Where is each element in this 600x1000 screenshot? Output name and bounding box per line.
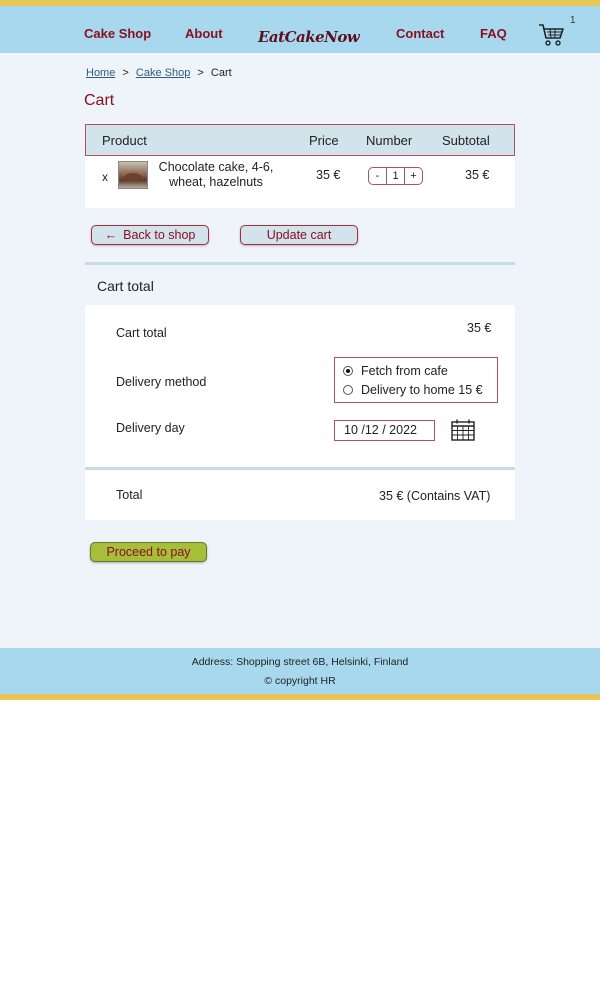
column-header-product: Product: [102, 133, 147, 148]
arrow-left-icon: ←: [104, 228, 118, 242]
delivery-method-options: Fetch from cafe Delivery to home 15 €: [334, 357, 498, 403]
product-thumbnail[interactable]: [118, 161, 148, 189]
quantity-input[interactable]: 1: [386, 168, 405, 184]
delivery-day-label: Delivery day: [116, 421, 185, 435]
delivery-option-fetch[interactable]: Fetch from cafe: [343, 364, 448, 378]
section-divider: [85, 262, 515, 265]
remove-item-button[interactable]: x: [102, 170, 108, 184]
product-price: 35 €: [316, 168, 341, 182]
cart-table: Product Price Number Subtotal x Chocolat…: [85, 124, 515, 208]
column-header-price: Price: [309, 133, 339, 148]
product-name[interactable]: Chocolate cake, 4-6, wheat, hazelnuts: [152, 160, 280, 190]
column-header-subtotal: Subtotal: [442, 133, 490, 148]
site-logo[interactable]: EatCakeNow: [258, 28, 360, 46]
radio-unselected-icon[interactable]: [343, 385, 353, 395]
radio-selected-icon[interactable]: [343, 366, 353, 376]
section-divider: [85, 467, 515, 470]
footer-copyright: © copyright HR: [264, 675, 336, 687]
calendar-icon[interactable]: [451, 419, 475, 441]
page: Cake Shop About EatCakeNow Contact FAQ 1…: [0, 0, 600, 700]
nav-faq[interactable]: FAQ: [480, 26, 507, 41]
breadcrumb-separator: >: [197, 67, 204, 79]
quantity-increase-button[interactable]: +: [405, 168, 422, 184]
page-title: Cart: [84, 92, 115, 109]
breadcrumb: Home > Cake Shop > Cart: [86, 67, 232, 79]
cart-count-badge: 1: [570, 15, 576, 26]
site-header: Cake Shop About EatCakeNow Contact FAQ 1: [0, 6, 600, 53]
delivery-option-home[interactable]: Delivery to home 15 €: [343, 383, 483, 397]
column-header-number: Number: [366, 133, 413, 148]
delivery-option-label: Delivery to home 15 €: [361, 383, 483, 397]
nav-about[interactable]: About: [185, 26, 223, 41]
delivery-method-label: Delivery method: [116, 375, 207, 389]
cart-total-label: Cart total: [116, 326, 167, 340]
breadcrumb-separator: >: [122, 67, 129, 79]
cart-total-value: 35 €: [467, 321, 492, 335]
back-to-shop-label: Back to shop: [123, 228, 196, 242]
quantity-decrease-button[interactable]: -: [369, 168, 386, 184]
nav-cake-shop[interactable]: Cake Shop: [84, 26, 151, 41]
back-to-shop-button[interactable]: ← Back to shop: [91, 225, 209, 245]
product-subtotal: 35 €: [465, 168, 490, 182]
total-label: Total: [116, 488, 143, 502]
breadcrumb-shop-link[interactable]: Cake Shop: [136, 67, 190, 79]
delivery-day-input[interactable]: 10 /12 / 2022: [334, 420, 435, 441]
delivery-option-label: Fetch from cafe: [361, 364, 448, 378]
cart-table-header: Product Price Number Subtotal: [85, 124, 515, 156]
cart-total-heading: Cart total: [97, 278, 154, 294]
cart-totals-panel: Cart total 35 € Delivery method Fetch fr…: [85, 305, 515, 520]
site-footer: Address: Shopping street 6B, Helsinki, F…: [0, 648, 600, 694]
nav-contact[interactable]: Contact: [396, 26, 444, 41]
bottom-accent-bar: [0, 694, 600, 700]
breadcrumb-home-link[interactable]: Home: [86, 67, 115, 79]
proceed-to-pay-button[interactable]: Proceed to pay: [90, 542, 207, 562]
footer-address: Address: Shopping street 6B, Helsinki, F…: [191, 656, 409, 668]
breadcrumb-current: Cart: [210, 67, 232, 79]
quantity-stepper: - 1 +: [368, 167, 423, 185]
shopping-cart-icon[interactable]: [538, 23, 566, 47]
update-cart-button[interactable]: Update cart: [240, 225, 358, 245]
total-value: 35 € (Contains VAT): [379, 489, 491, 503]
